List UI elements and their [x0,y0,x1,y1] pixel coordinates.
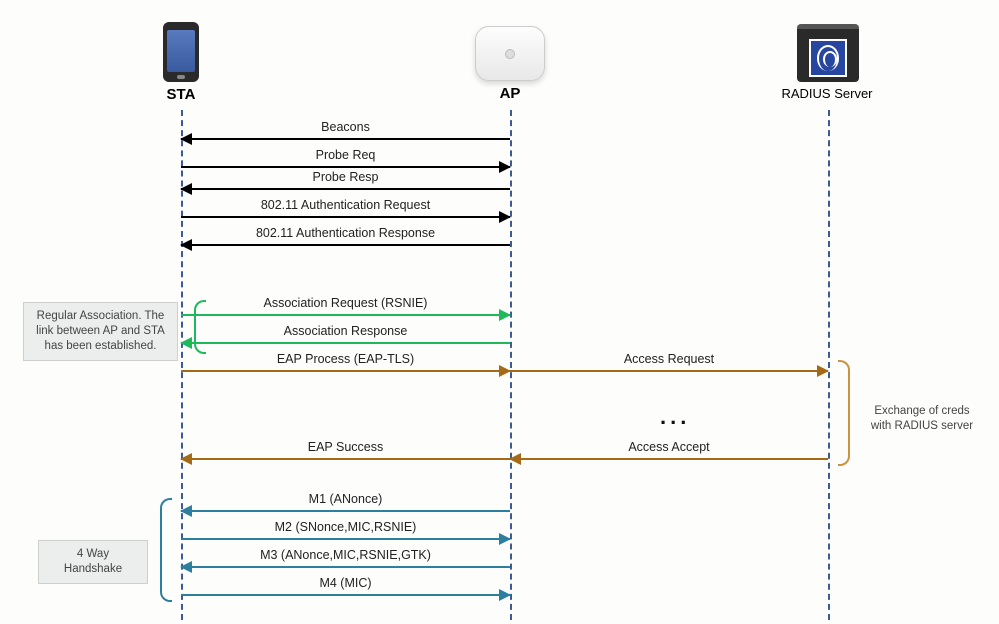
msg-label-eap-succ: EAP Success [181,440,510,454]
note-association: Regular Association. The link between AP… [23,302,178,361]
brace-association [194,300,206,354]
brace-handshake [160,498,172,602]
actor-sta: STA [163,22,199,103]
msg-label-m2: M2 (SNonce,MIC,RSNIE) [181,520,510,534]
phone-icon [163,22,199,82]
msg-access-acc: Access Accept [510,458,828,460]
msg-m2: M2 (SNonce,MIC,RSNIE) [181,538,510,540]
msg-label-access-acc: Access Accept [510,440,828,454]
msg-auth-resp: 802.11 Authentication Response [181,244,510,246]
msg-label-m3: M3 (ANonce,MIC,RSNIE,GTK) [181,548,510,562]
note-radius-exchange-text: Exchange of creds with RADIUS server [871,405,973,432]
arrowhead-icon [180,183,192,195]
note-association-text: Regular Association. The link between AP… [36,310,165,352]
msg-label-auth-req: 802.11 Authentication Request [181,198,510,212]
brace-radius-exchange [838,360,850,466]
arrowhead-icon [180,337,192,349]
msg-label-m1: M1 (ANonce) [181,492,510,506]
msg-auth-req: 802.11 Authentication Request [181,216,510,218]
msg-label-probe-req: Probe Req [181,148,510,162]
msg-label-assoc-resp: Association Response [181,324,510,338]
note-handshake: 4 Way Handshake [38,540,148,584]
arrowhead-icon [817,365,829,377]
msg-label-eap-proc: EAP Process (EAP-TLS) [181,352,510,366]
ap-label: AP [475,85,545,102]
actor-radius: RADIUS Server [797,24,859,101]
msg-label-beacons: Beacons [181,120,510,134]
arrowhead-icon [509,453,521,465]
msg-probe-req: Probe Req [181,166,510,168]
msg-probe-resp: Probe Resp [181,188,510,190]
arrowhead-icon [180,505,192,517]
msg-label-auth-resp: 802.11 Authentication Response [181,226,510,240]
arrowhead-icon [499,589,511,601]
arrowhead-icon [499,211,511,223]
arrowhead-icon [499,533,511,545]
actor-ap: AP [475,26,545,102]
msg-eap-proc: EAP Process (EAP-TLS) [181,370,510,372]
arrowhead-icon [499,309,511,321]
arrowhead-icon [180,453,192,465]
server-icon [797,24,859,82]
msg-m1: M1 (ANonce) [181,510,510,512]
msg-label-probe-resp: Probe Resp [181,170,510,184]
msg-assoc-req: Association Request (RSNIE) [181,314,510,316]
msg-label-assoc-req: Association Request (RSNIE) [181,296,510,310]
msg-m4: M4 (MIC) [181,594,510,596]
note-radius-exchange: Exchange of creds with RADIUS server [856,398,988,440]
arrowhead-icon [180,561,192,573]
msg-m3: M3 (ANonce,MIC,RSNIE,GTK) [181,566,510,568]
msg-label-m4: M4 (MIC) [181,576,510,590]
arrowhead-icon [180,133,192,145]
msg-beacons: Beacons [181,138,510,140]
note-handshake-text: 4 Way Handshake [64,548,122,575]
radius-label: RADIUS Server [777,86,877,101]
sta-label: STA [163,86,199,103]
msg-assoc-resp: Association Response [181,342,510,344]
access-point-icon [475,26,545,81]
msg-eap-succ: EAP Success [181,458,510,460]
ellipsis: ... [660,404,690,430]
msg-access-req: Access Request [510,370,828,372]
arrowhead-icon [180,239,192,251]
msg-label-access-req: Access Request [510,352,828,366]
